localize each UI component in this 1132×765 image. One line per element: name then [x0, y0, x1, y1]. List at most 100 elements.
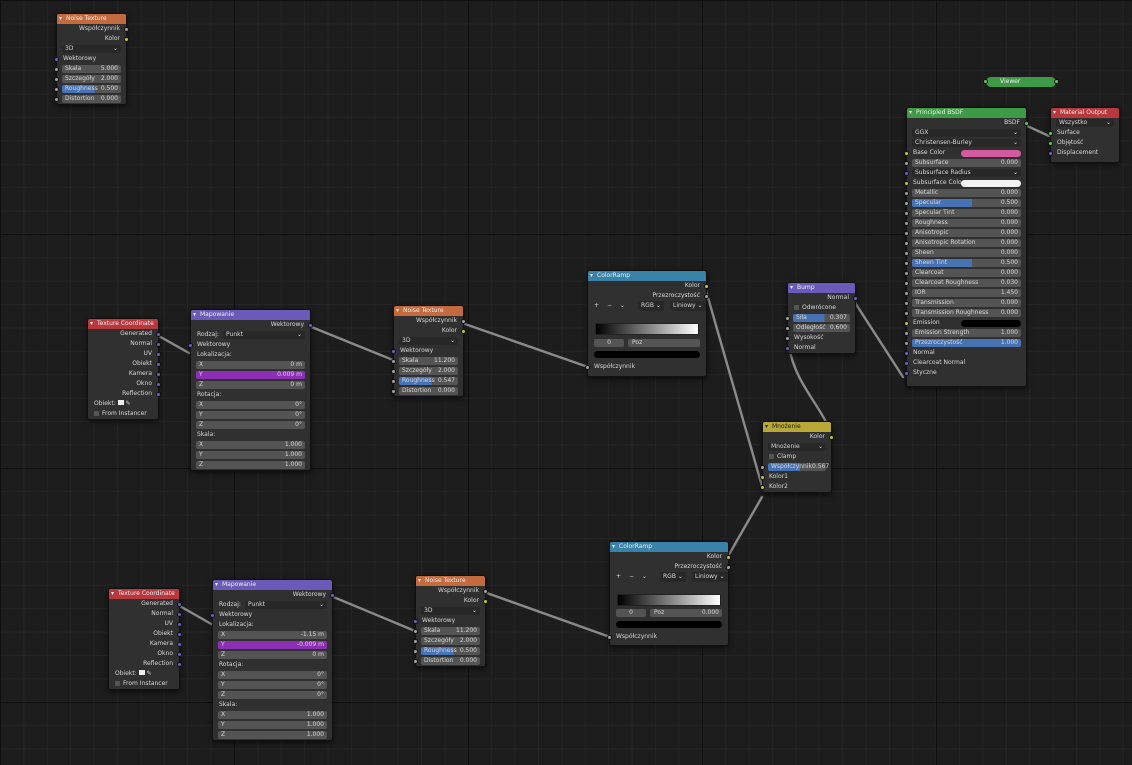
socket-icon[interactable]: [413, 628, 418, 634]
bsdf-input-row[interactable]: Clearcoat Roughness 0.030: [904, 278, 1026, 288]
remove-stop-button[interactable]: −: [607, 302, 612, 309]
detail-field[interactable]: Szczegóły 2.000: [413, 636, 485, 646]
node-header[interactable]: Noise Texture: [416, 576, 485, 586]
bsdf-input-row[interactable]: Przezroczystość 1.000: [904, 338, 1026, 348]
location-x[interactable]: X -1.15 m: [213, 630, 332, 640]
socket-icon[interactable]: [726, 554, 731, 560]
invert-checkbox[interactable]: Odwrócone: [788, 303, 855, 313]
bsdf-input-row[interactable]: Metallic 0.000: [904, 188, 1026, 198]
socket-icon[interactable]: [391, 368, 396, 374]
node-header[interactable]: Texture Coordinate: [109, 589, 179, 599]
socket-icon[interactable]: [391, 348, 396, 354]
dimension-select[interactable]: 3D ⌄: [57, 44, 126, 54]
bsdf-input-row[interactable]: Sheen Tint 0.500: [904, 258, 1026, 268]
clamp-checkbox[interactable]: Clamp: [763, 452, 831, 462]
bsdf-input-row[interactable]: Specular Tint 0.000: [904, 208, 1026, 218]
socket-icon[interactable]: [829, 434, 834, 440]
socket-icon[interactable]: [156, 381, 161, 387]
bsdf-input-row[interactable]: Base Color: [904, 148, 1026, 158]
socket-icon[interactable]: [1048, 140, 1053, 146]
eyedropper-icon[interactable]: ✎: [147, 670, 152, 677]
type-select[interactable]: Rodzaj: Punkt ⌄: [191, 330, 310, 340]
color-ramp-gradient[interactable]: [617, 594, 721, 606]
dimension-select[interactable]: 3D ⌄: [416, 606, 485, 616]
socket-icon[interactable]: [904, 200, 909, 206]
socket-icon[interactable]: [210, 612, 215, 618]
socket-icon[interactable]: [483, 598, 488, 604]
type-select[interactable]: Rodzaj: Punkt ⌄: [213, 600, 332, 610]
socket-icon[interactable]: [1048, 150, 1053, 156]
detail-field[interactable]: Szczegóły 2.000: [391, 366, 463, 376]
distortion-field[interactable]: Distortion 0.000: [54, 94, 126, 104]
socket-icon[interactable]: [177, 651, 182, 657]
socket-icon[interactable]: [177, 611, 182, 617]
node-header[interactable]: Mapowanie: [213, 580, 332, 590]
socket-icon[interactable]: [391, 388, 396, 394]
bsdf-input-row[interactable]: Normal: [904, 348, 1026, 358]
socket-icon[interactable]: [54, 56, 59, 62]
socket-icon[interactable]: [177, 631, 182, 637]
bsdf-input-row[interactable]: Styczne: [904, 368, 1026, 378]
socket-icon[interactable]: [904, 300, 909, 306]
detail-field[interactable]: Szczegóły 2.000: [54, 74, 126, 84]
bsdf-input-row[interactable]: Sheen 0.000: [904, 248, 1026, 258]
scale-z[interactable]: Z 1.000: [213, 730, 332, 740]
distortion-field[interactable]: Distortion 0.000: [413, 656, 485, 666]
socket-icon[interactable]: [904, 350, 909, 356]
socket-icon[interactable]: [156, 371, 161, 377]
rotation-y[interactable]: Y 0°: [191, 410, 310, 420]
socket-icon[interactable]: [413, 648, 418, 654]
bsdf-input-row[interactable]: Anisotropic Rotation 0.000: [904, 238, 1026, 248]
socket-icon[interactable]: [54, 76, 59, 82]
socket-icon[interactable]: [904, 360, 909, 366]
stop-color-swatch[interactable]: [594, 351, 700, 358]
node-header[interactable]: Mapowanie: [191, 310, 310, 320]
socket-icon[interactable]: [904, 150, 909, 156]
socket-icon[interactable]: [904, 250, 909, 256]
color-ramp-node-2[interactable]: ColorRamp Kolor Przezroczystość + − ⌄ RG…: [607, 541, 731, 646]
strength-field[interactable]: Siła 0.307: [785, 313, 855, 323]
bsdf-input-row[interactable]: Emission Strength 1.000: [904, 328, 1026, 338]
viewer-node[interactable]: Viewer: [983, 77, 1059, 87]
location-z[interactable]: Z0 m: [191, 380, 310, 390]
interpolation-select[interactable]: Liniowy ⌄: [670, 301, 706, 311]
socket-icon[interactable]: [704, 293, 709, 299]
socket-icon[interactable]: [54, 96, 59, 102]
color-swatch[interactable]: [961, 319, 1021, 327]
rotation-x[interactable]: X 0°: [191, 400, 310, 410]
location-y[interactable]: Y 0.009 m: [191, 370, 310, 380]
scale-field[interactable]: Skala 5.000: [54, 64, 126, 74]
socket-icon[interactable]: [156, 331, 161, 337]
bump-node[interactable]: Bump Normal Odwrócone Siła0.307 Odległoś…: [785, 282, 858, 354]
socket-icon[interactable]: [904, 280, 909, 286]
color-swatch[interactable]: [961, 179, 1021, 187]
ramp-menu-icon[interactable]: ⌄: [642, 573, 647, 580]
bsdf-input-row[interactable]: Clearcoat Normal: [904, 358, 1026, 368]
socket-icon[interactable]: [54, 86, 59, 92]
factor-field[interactable]: Współczynnik 0.567: [760, 462, 831, 472]
target-select[interactable]: Wszystko ⌄: [1051, 118, 1119, 128]
socket-icon[interactable]: [188, 342, 193, 348]
from-instancer-checkbox[interactable]: From Instancer: [88, 409, 158, 419]
socket-icon[interactable]: [726, 564, 731, 570]
socket-icon[interactable]: [461, 318, 466, 324]
stop-position-field[interactable]: Poz: [628, 339, 700, 347]
socket-icon[interactable]: [904, 310, 909, 316]
socket-icon[interactable]: [1024, 120, 1029, 126]
socket-icon[interactable]: [904, 230, 909, 236]
color-mode-select[interactable]: RGB ⌄: [660, 572, 686, 582]
socket-icon[interactable]: [760, 484, 765, 490]
bsdf-input-row[interactable]: Clearcoat 0.000: [904, 268, 1026, 278]
socket-icon[interactable]: [177, 601, 182, 607]
socket-icon[interactable]: [983, 79, 988, 84]
stop-index-field[interactable]: 0: [594, 339, 624, 347]
rotation-x[interactable]: X 0°: [213, 670, 332, 680]
socket-icon[interactable]: [904, 340, 909, 346]
noise-texture-node-top[interactable]: Noise Texture Współczynnik Kolor 3D⌄ Wek…: [54, 13, 129, 105]
socket-icon[interactable]: [904, 170, 909, 176]
interpolation-select[interactable]: Liniowy ⌄: [692, 572, 728, 582]
scale-field[interactable]: Skala 11.200: [391, 356, 463, 366]
texture-coordinate-node-2[interactable]: Texture Coordinate Generated Normal UV O…: [108, 588, 182, 690]
location-y[interactable]: Y -0.009 m: [213, 640, 332, 650]
socket-icon[interactable]: [1054, 79, 1059, 84]
